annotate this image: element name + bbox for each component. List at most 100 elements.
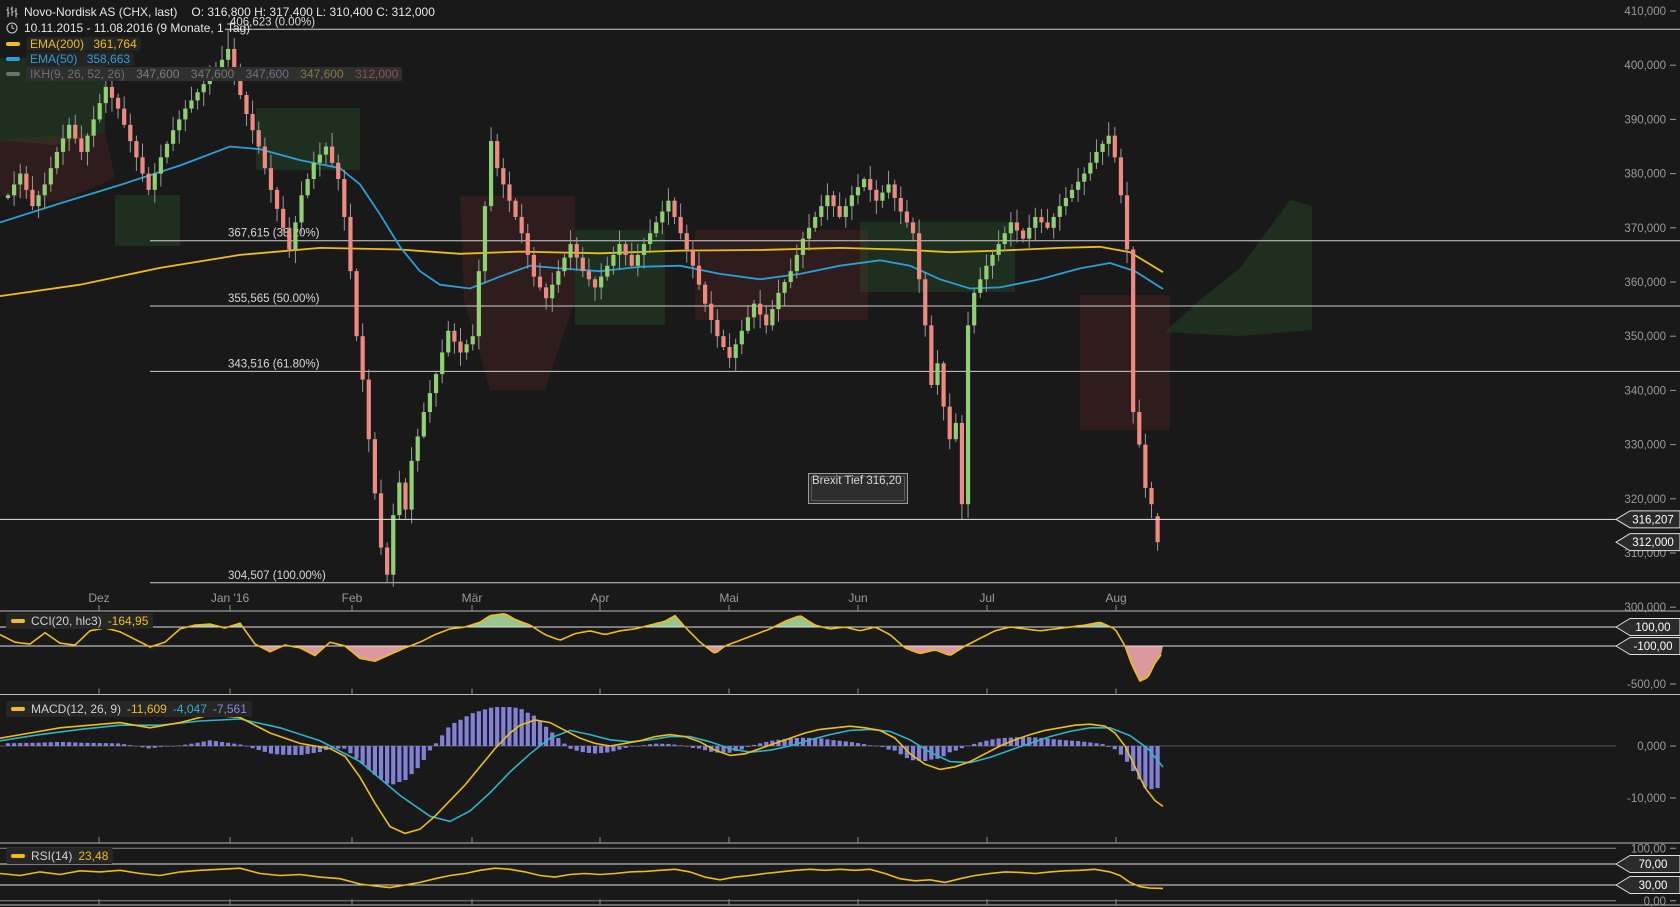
macd-histogram-bar: [342, 746, 346, 749]
macd-histogram-bar: [758, 743, 762, 746]
chart-canvas[interactable]: 406,623 (0.00%)367,615 (38.20%)355,565 (…: [0, 0, 1680, 907]
macd-histogram-bar: [880, 746, 884, 747]
candle-body: [275, 190, 279, 209]
candle-body: [330, 147, 334, 163]
legend-rsi[interactable]: RSI(14) 23,48: [6, 848, 113, 864]
cci-line: [0, 614, 1161, 681]
candle-body: [825, 195, 829, 206]
candle-body: [593, 279, 597, 287]
candle-body: [342, 179, 346, 217]
candle-body: [1156, 516, 1160, 542]
price-axis-label: 360,000: [1624, 277, 1666, 289]
candle-body: [61, 138, 65, 152]
macd-histogram-bar: [153, 746, 157, 748]
candle-body: [1021, 231, 1025, 239]
macd-histogram-bar: [997, 738, 1001, 746]
candle-body: [122, 109, 126, 125]
candle-body: [605, 266, 609, 277]
macd-histogram-bar: [483, 709, 487, 746]
cci-oversold-fill: [0, 646, 1163, 681]
candle-body: [1033, 217, 1037, 228]
candle-body: [819, 206, 823, 217]
macd-histogram-bar: [85, 743, 89, 746]
candle-body: [1125, 195, 1129, 249]
macd-histogram-bar: [825, 739, 829, 746]
macd-histogram-bar: [263, 746, 267, 752]
candle-body: [6, 195, 10, 198]
macd-histogram-bar: [67, 742, 71, 746]
candle-body: [905, 212, 909, 223]
legend-ikh[interactable]: IKH(9, 26, 52, 26) 347,600 347,600 347,6…: [6, 67, 402, 81]
macd-histogram-bar: [428, 746, 432, 750]
legend-ema200[interactable]: EMA(200) 361,764: [6, 37, 141, 51]
candle-body: [422, 412, 426, 436]
macd-histogram-bar: [831, 740, 835, 746]
candle-body: [385, 548, 389, 575]
candle-body: [153, 174, 157, 190]
legend-macd[interactable]: MACD(12, 26, 9) -11,609 -4,047 -7,561: [6, 701, 252, 717]
macd-histogram-bar: [171, 746, 175, 747]
candle-body: [691, 249, 695, 265]
macd-histogram-bar: [562, 744, 566, 746]
candle-body: [1094, 152, 1098, 163]
candle-body: [764, 315, 768, 326]
candle-body: [1052, 217, 1056, 228]
candle-body: [660, 212, 664, 223]
ikh-label: IKH(9, 26, 52, 26): [30, 67, 125, 81]
macd-histogram-bar: [440, 735, 444, 746]
legend-cci[interactable]: CCI(20, hlc3) -164,95: [6, 613, 153, 629]
candle-body: [147, 174, 151, 190]
candle-body: [562, 258, 566, 272]
candle-body: [36, 195, 40, 206]
macd-histogram-bar: [477, 711, 481, 746]
candle-body: [434, 374, 438, 393]
ema200-label: EMA(200): [30, 37, 84, 51]
candle-body: [318, 155, 322, 163]
macd-histogram-bar: [165, 746, 169, 747]
candle-body: [1113, 136, 1117, 158]
macd-axis-label: 0,000: [1637, 741, 1666, 753]
ema50-label: EMA(50): [30, 52, 77, 66]
candle-body: [685, 233, 689, 249]
candle-body: [43, 184, 47, 195]
price-axis-label: 400,000: [1624, 60, 1666, 72]
macd-histogram-bar: [416, 746, 420, 768]
ikh-value-senkou-a: 347,600: [246, 67, 289, 81]
legend-ema50[interactable]: EMA(50) 358,663: [6, 52, 134, 66]
macd-histogram-bar: [526, 713, 530, 746]
candle-body: [501, 168, 505, 184]
candle-body: [538, 277, 542, 288]
macd-histogram-bar: [1082, 742, 1086, 746]
candle-body: [776, 293, 780, 309]
macd-histogram-bar: [844, 741, 848, 746]
candle-body: [1100, 144, 1104, 152]
candle-body: [477, 271, 481, 336]
macd-histogram-bar: [367, 746, 371, 769]
macd-histogram-bar: [61, 742, 65, 746]
macd-histogram-bar: [336, 746, 340, 749]
macd-histogram-bar: [642, 745, 646, 746]
candle-body: [978, 279, 982, 293]
brexit-annotation[interactable]: Brexit Tief 316,20: [808, 473, 908, 504]
macd-histogram-bar: [556, 738, 560, 746]
macd-histogram-bar: [874, 746, 878, 747]
macd-histogram-bar: [226, 743, 230, 746]
macd-histogram-bar: [593, 746, 597, 754]
candle-body: [171, 130, 175, 144]
ikh-value-tenkan: 347,600: [136, 67, 179, 81]
candle-body: [299, 195, 303, 222]
candle-body: [183, 109, 187, 120]
candle-body: [1149, 488, 1153, 504]
month-label: Mai: [719, 591, 738, 605]
rsi-axis-label: 0,00: [1644, 896, 1666, 907]
cci-dash-icon: [11, 619, 25, 623]
macd-histogram-bar: [746, 746, 750, 747]
macd-histogram-bar: [972, 744, 976, 746]
price-axis-label: 300,000: [1624, 602, 1666, 614]
ichimoku-cloud: [256, 108, 360, 170]
candle-body: [177, 119, 181, 130]
macd-histogram-bar: [214, 741, 218, 746]
price-axis-label: 330,000: [1624, 440, 1666, 452]
macd-histogram-bar: [893, 746, 897, 751]
macd-histogram-bar: [599, 746, 603, 753]
